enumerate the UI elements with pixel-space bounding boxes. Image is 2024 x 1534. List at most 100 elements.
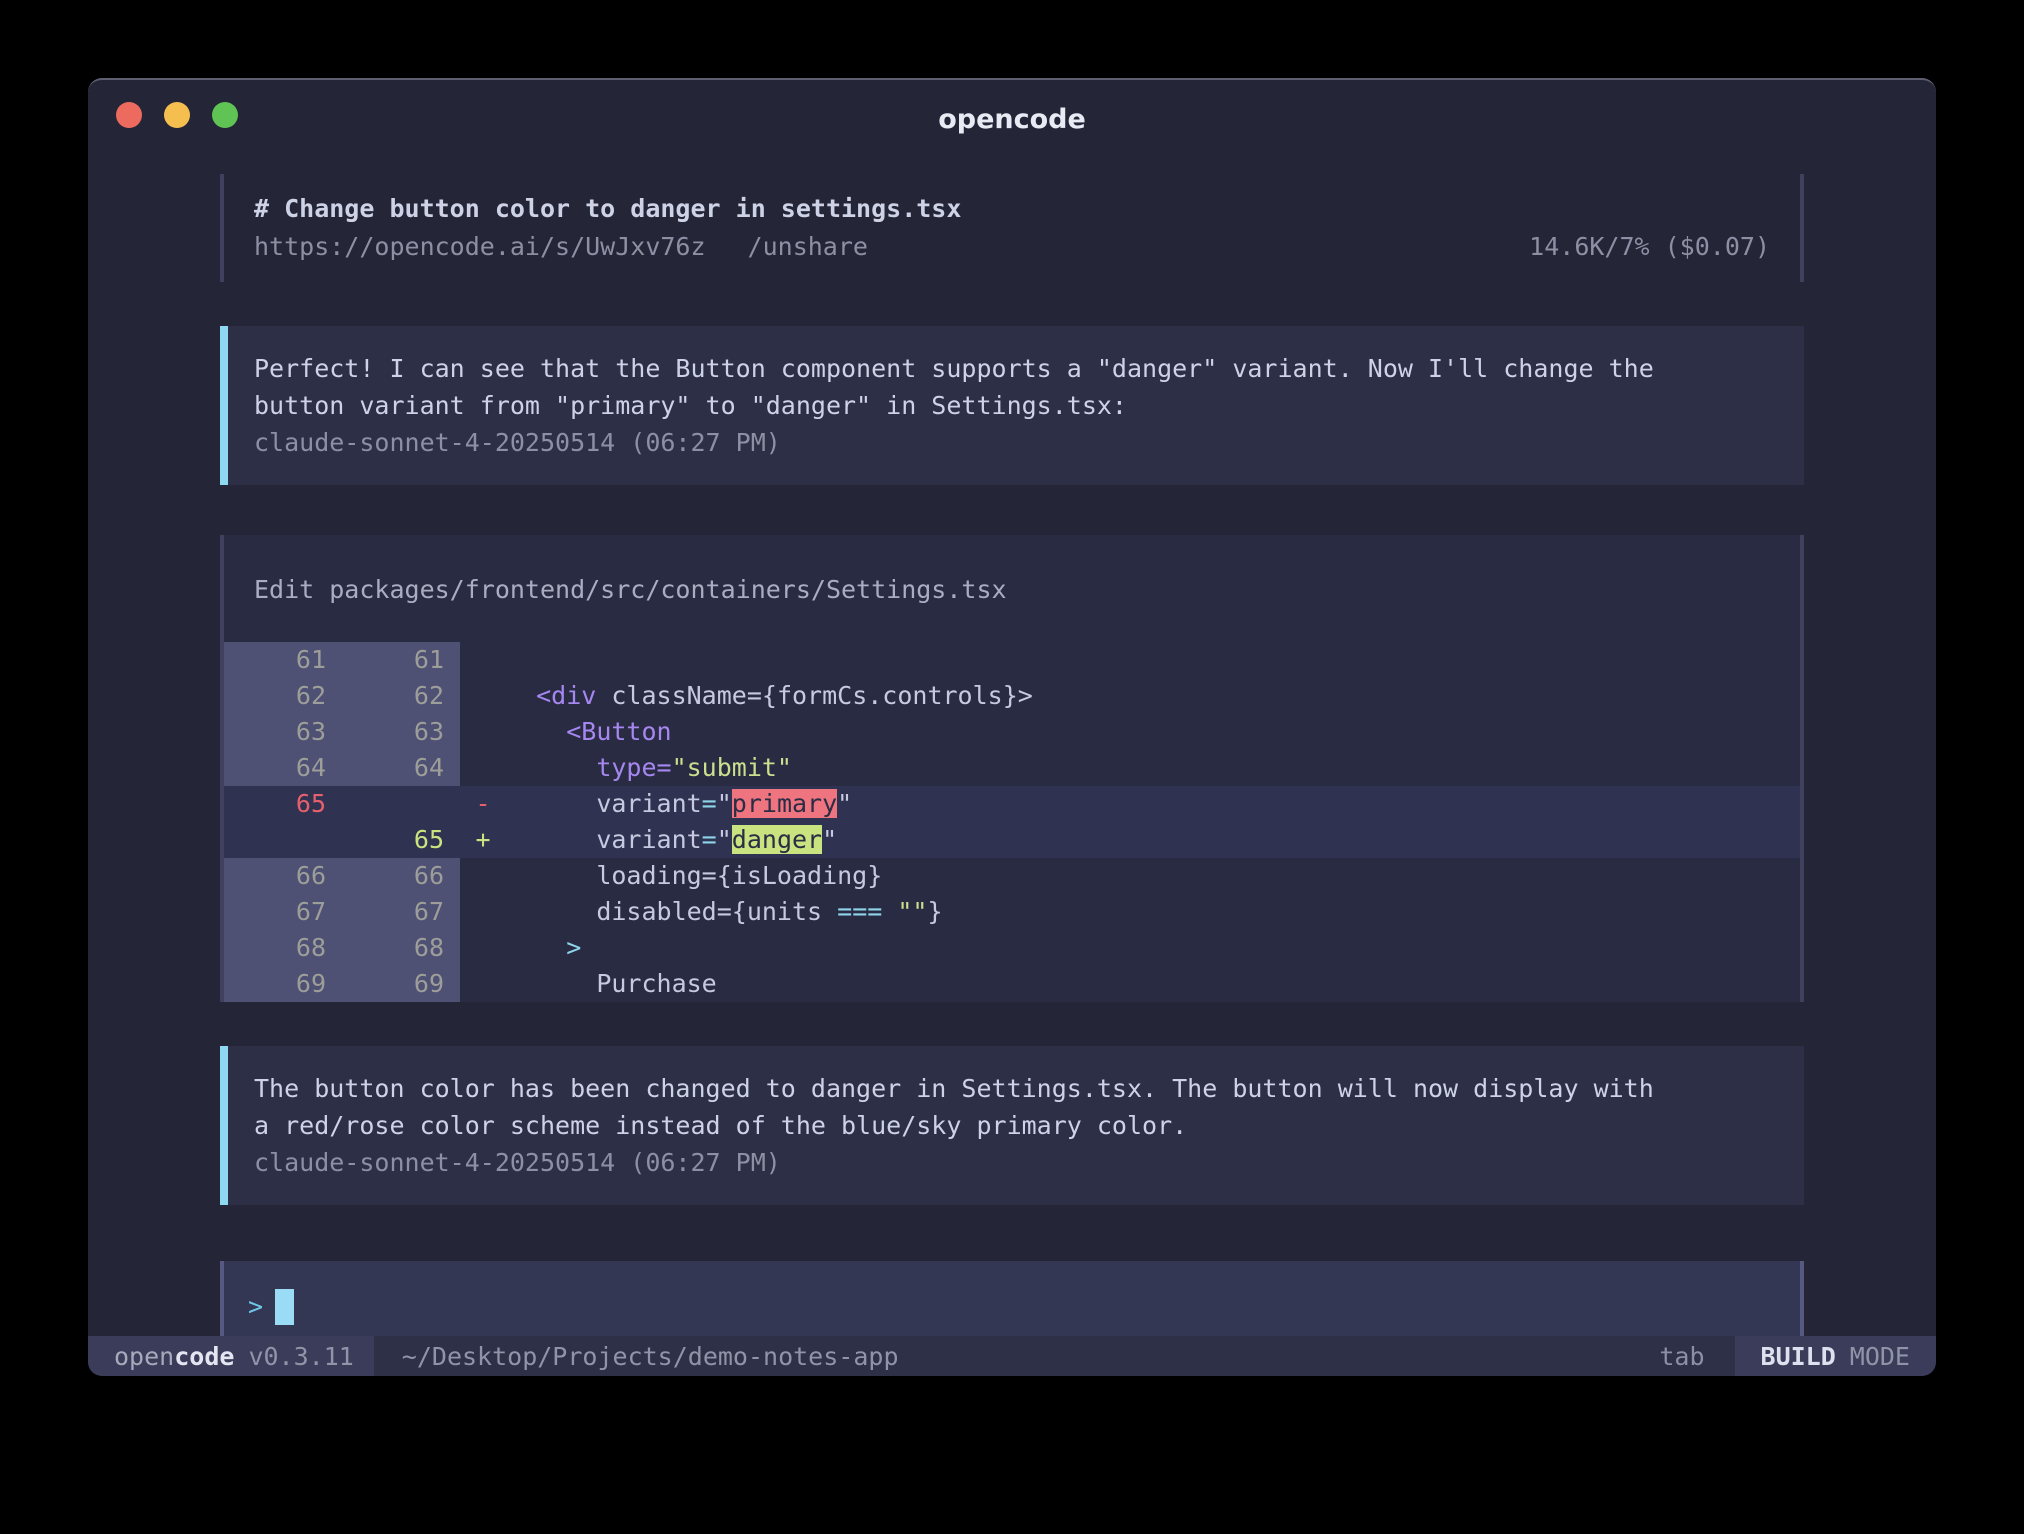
diff-marker [460, 858, 506, 894]
message-line: Perfect! I can see that the Button compo… [254, 350, 1784, 387]
diff-marker: + [460, 822, 506, 858]
line-number: 66 [342, 858, 460, 894]
code-token: === [837, 897, 882, 926]
share-url[interactable]: https://opencode.ai/s/UwJxv76z [254, 228, 706, 266]
mode-toggle[interactable]: BUILD MODE [1735, 1336, 1936, 1376]
message-meta: claude-sonnet-4-20250514 (06:27 PM) [254, 424, 1784, 461]
line-number-gutter: 6767 [224, 894, 460, 930]
diff-marker [460, 714, 506, 750]
zoom-button[interactable] [212, 102, 238, 128]
code-token [506, 681, 536, 710]
diff-marker [460, 930, 506, 966]
line-number: 64 [224, 750, 342, 786]
diff-row: 65- variant="primary" [224, 786, 1800, 822]
assistant-message: The button color has been changed to dan… [220, 1046, 1804, 1205]
window-title: opencode [88, 80, 1936, 135]
edit-tool-block: Edit packages/frontend/src/containers/Se… [220, 535, 1804, 1002]
code-token: className={formCs.controls}> [596, 681, 1033, 710]
line-number: 67 [342, 894, 460, 930]
close-button[interactable] [116, 102, 142, 128]
code-token [882, 897, 897, 926]
code-line: variant="danger" [506, 822, 1800, 858]
diff-row: 6666 loading={isLoading} [224, 858, 1800, 894]
line-number: 61 [224, 642, 342, 678]
mode-name: BUILD [1761, 1342, 1836, 1371]
message-line: The button color has been changed to dan… [254, 1070, 1784, 1107]
code-token: " [837, 789, 852, 818]
code-line: variant="primary" [506, 786, 1800, 822]
app-version-segment: opencode v0.3.11 [88, 1336, 374, 1376]
line-number [342, 786, 460, 822]
code-token: " [822, 825, 837, 854]
line-number: 64 [342, 750, 460, 786]
diff-marker [460, 750, 506, 786]
diff-row: 6767 disabled={units === ""} [224, 894, 1800, 930]
code-token [506, 825, 596, 854]
diff-row: 6363 <Button [224, 714, 1800, 750]
code-token: } [927, 897, 942, 926]
line-number-gutter: 6666 [224, 858, 460, 894]
text-cursor [275, 1289, 294, 1325]
session-header: # Change button color to danger in setti… [220, 174, 1804, 282]
code-token: <Button [566, 717, 671, 746]
line-number: 69 [224, 966, 342, 1002]
line-number-gutter: 6363 [224, 714, 460, 750]
diff-row: 6969 Purchase [224, 966, 1800, 1002]
app-window: opencode # Change button color to danger… [88, 78, 1936, 1376]
code-line: <div className={formCs.controls}> [506, 678, 1800, 714]
message-text: Perfect! I can see that the Button compo… [254, 350, 1784, 424]
code-token: "" [897, 897, 927, 926]
line-number: 63 [342, 714, 460, 750]
code-token: = [702, 789, 717, 818]
message-meta: claude-sonnet-4-20250514 (06:27 PM) [254, 1144, 1784, 1181]
diff-marker [460, 966, 506, 1002]
code-token [506, 753, 596, 782]
diff-row: 65+ variant="danger" [224, 822, 1800, 858]
line-number-gutter: 6262 [224, 678, 460, 714]
code-token [506, 861, 596, 890]
message-line: a red/rose color scheme instead of the b… [254, 1107, 1784, 1144]
code-token: "submit" [672, 753, 792, 782]
session-title: # Change button color to danger in setti… [254, 190, 1770, 228]
line-number: 68 [342, 930, 460, 966]
code-line: <Button [506, 714, 1800, 750]
line-number-gutter: 65 [224, 822, 460, 858]
line-number: 62 [224, 678, 342, 714]
code-token: " [717, 789, 732, 818]
line-number: 67 [224, 894, 342, 930]
spacer [899, 1336, 1660, 1376]
app-version: v0.3.11 [248, 1342, 353, 1371]
code-token: Purchase [596, 969, 716, 998]
code-token: = [702, 825, 717, 854]
diff-marker [460, 678, 506, 714]
line-number-gutter: 6161 [224, 642, 460, 678]
diff-row: 6161 [224, 642, 1800, 678]
line-number: 68 [224, 930, 342, 966]
line-number: 65 [342, 822, 460, 858]
line-number: 66 [224, 858, 342, 894]
app-name-code: code [174, 1342, 234, 1371]
traffic-lights [116, 102, 238, 128]
code-token [506, 897, 596, 926]
working-directory: ~/Desktop/Projects/demo-notes-app [402, 1336, 899, 1376]
code-line: loading={isLoading} [506, 858, 1800, 894]
session-content: # Change button color to danger in setti… [88, 174, 1936, 1376]
code-token: primary [732, 789, 837, 818]
code-token: variant [596, 789, 701, 818]
line-number [224, 822, 342, 858]
minimize-button[interactable] [164, 102, 190, 128]
diff-rows: 61616262 <div className={formCs.controls… [224, 642, 1800, 1002]
diff-marker: - [460, 786, 506, 822]
unshare-command: /unshare [748, 228, 868, 266]
code-line: > [506, 930, 1800, 966]
line-number-gutter: 6868 [224, 930, 460, 966]
message-text: The button color has been changed to dan… [254, 1070, 1784, 1144]
assistant-message: Perfect! I can see that the Button compo… [220, 326, 1804, 485]
code-token [506, 789, 596, 818]
code-token [506, 933, 566, 962]
edit-tool-title: Edit packages/frontend/src/containers/Se… [224, 535, 1800, 642]
diff-marker [460, 642, 506, 678]
app-name-open: open [114, 1342, 174, 1371]
line-number: 63 [224, 714, 342, 750]
code-line [506, 642, 1800, 678]
